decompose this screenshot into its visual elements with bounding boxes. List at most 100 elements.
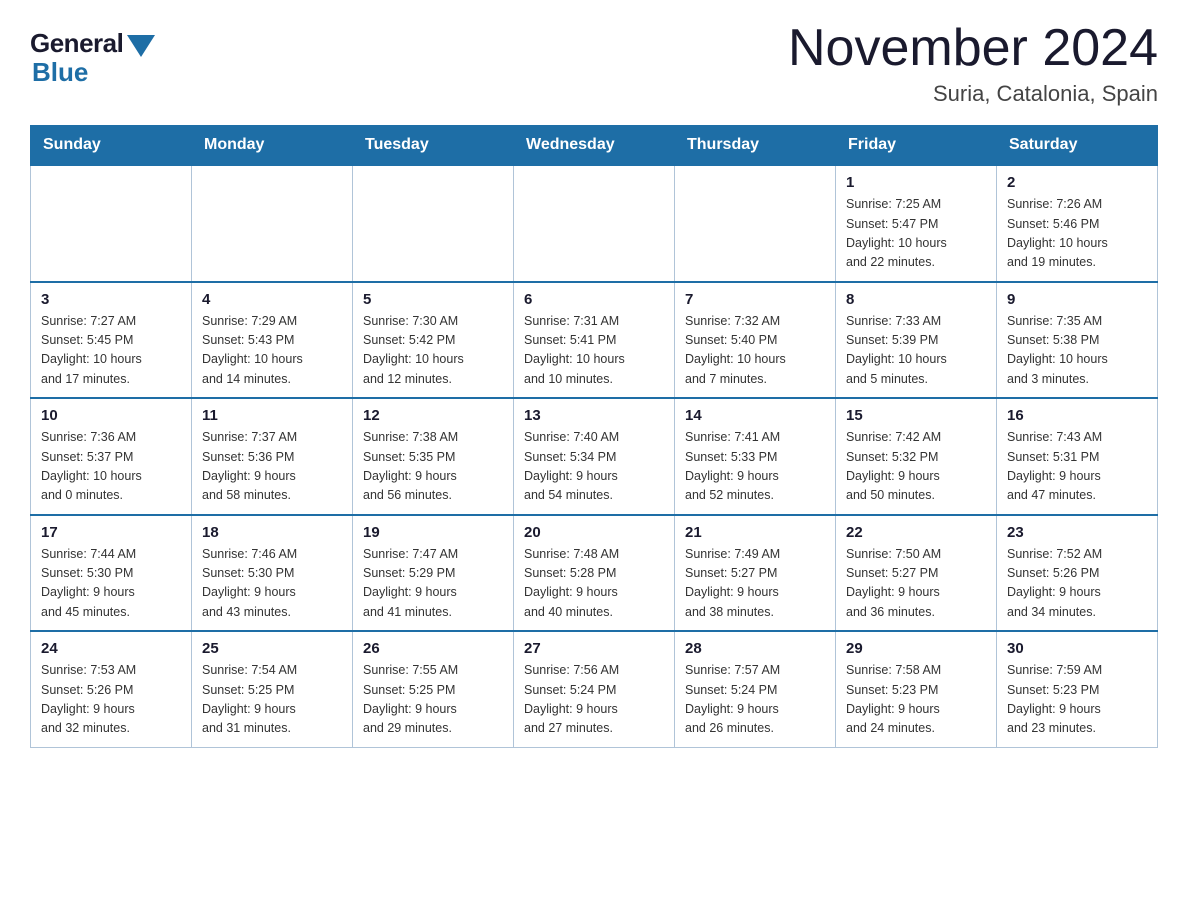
day-number: 3 <box>41 291 181 308</box>
day-number: 21 <box>685 524 825 541</box>
calendar-day-cell <box>31 165 192 282</box>
calendar-week-row: 10 Sunrise: 7:36 AM Sunset: 5:37 PM Dayli… <box>31 398 1158 515</box>
day-number: 30 <box>1007 640 1147 657</box>
day-number: 24 <box>41 640 181 657</box>
calendar-day-cell: 18 Sunrise: 7:46 AM Sunset: 5:30 PM Dayli… <box>192 515 353 632</box>
day-number: 28 <box>685 640 825 657</box>
day-number: 18 <box>202 524 342 541</box>
logo: General Blue <box>30 28 155 88</box>
day-sun-info: Sunrise: 7:31 AM Sunset: 5:41 PM Dayligh… <box>524 312 664 390</box>
calendar-day-cell: 17Sunrise: 7:44 AM Sunset: 5:30 PM Dayli… <box>31 515 192 632</box>
calendar-day-cell: 24 Sunrise: 7:53 AM Sunset: 5:26 PM Dayli… <box>31 631 192 747</box>
day-sun-info: Sunrise: 7:26 AM Sunset: 5:46 PM Dayligh… <box>1007 195 1147 273</box>
calendar-day-cell: 11 Sunrise: 7:37 AM Sunset: 5:36 PM Dayli… <box>192 398 353 515</box>
day-sun-info: Sunrise: 7:43 AM Sunset: 5:31 PM Dayligh… <box>1007 428 1147 506</box>
day-sun-info: Sunrise: 7:57 AM Sunset: 5:24 PM Dayligh… <box>685 661 825 739</box>
day-number: 6 <box>524 291 664 308</box>
header: General Blue November 2024 Suria, Catalo… <box>30 20 1158 107</box>
logo-general-text: General <box>30 28 123 59</box>
day-sun-info: Sunrise: 7:42 AM Sunset: 5:32 PM Dayligh… <box>846 428 986 506</box>
calendar-table: SundayMondayTuesdayWednesdayThursdayFrid… <box>30 125 1158 748</box>
day-sun-info: Sunrise: 7:35 AM Sunset: 5:38 PM Dayligh… <box>1007 312 1147 390</box>
day-sun-info: Sunrise: 7:27 AM Sunset: 5:45 PM Dayligh… <box>41 312 181 390</box>
location-subtitle: Suria, Catalonia, Spain <box>788 81 1158 107</box>
logo-triangle-icon <box>127 35 155 57</box>
day-of-week-header: Monday <box>192 126 353 166</box>
day-sun-info: Sunrise: 7:33 AM Sunset: 5:39 PM Dayligh… <box>846 312 986 390</box>
day-sun-info: Sunrise: 7:47 AM Sunset: 5:29 PM Dayligh… <box>363 545 503 623</box>
calendar-day-cell: 20 Sunrise: 7:48 AM Sunset: 5:28 PM Dayli… <box>514 515 675 632</box>
day-sun-info: Sunrise: 7:58 AM Sunset: 5:23 PM Dayligh… <box>846 661 986 739</box>
day-number: 13 <box>524 407 664 424</box>
day-sun-info: Sunrise: 7:53 AM Sunset: 5:26 PM Dayligh… <box>41 661 181 739</box>
calendar-week-row: 24 Sunrise: 7:53 AM Sunset: 5:26 PM Dayli… <box>31 631 1158 747</box>
day-number: 9 <box>1007 291 1147 308</box>
day-number: 27 <box>524 640 664 657</box>
calendar-day-cell: 21Sunrise: 7:49 AM Sunset: 5:27 PM Dayli… <box>675 515 836 632</box>
day-number: 22 <box>846 524 986 541</box>
day-number: 16 <box>1007 407 1147 424</box>
calendar-day-cell: 12Sunrise: 7:38 AM Sunset: 5:35 PM Dayli… <box>353 398 514 515</box>
day-number: 15 <box>846 407 986 424</box>
day-number: 26 <box>363 640 503 657</box>
day-sun-info: Sunrise: 7:55 AM Sunset: 5:25 PM Dayligh… <box>363 661 503 739</box>
calendar-day-cell: 7Sunrise: 7:32 AM Sunset: 5:40 PM Daylig… <box>675 282 836 399</box>
day-number: 2 <box>1007 174 1147 191</box>
day-number: 14 <box>685 407 825 424</box>
calendar-day-cell: 15 Sunrise: 7:42 AM Sunset: 5:32 PM Dayli… <box>836 398 997 515</box>
calendar-day-cell: 25Sunrise: 7:54 AM Sunset: 5:25 PM Dayli… <box>192 631 353 747</box>
day-of-week-header: Saturday <box>997 126 1158 166</box>
day-sun-info: Sunrise: 7:32 AM Sunset: 5:40 PM Dayligh… <box>685 312 825 390</box>
calendar-day-cell: 5 Sunrise: 7:30 AM Sunset: 5:42 PM Daylig… <box>353 282 514 399</box>
day-sun-info: Sunrise: 7:37 AM Sunset: 5:36 PM Dayligh… <box>202 428 342 506</box>
calendar-day-cell: 2 Sunrise: 7:26 AM Sunset: 5:46 PM Daylig… <box>997 165 1158 282</box>
calendar-week-row: 1 Sunrise: 7:25 AM Sunset: 5:47 PM Daylig… <box>31 165 1158 282</box>
calendar-day-cell: 22Sunrise: 7:50 AM Sunset: 5:27 PM Dayli… <box>836 515 997 632</box>
day-sun-info: Sunrise: 7:46 AM Sunset: 5:30 PM Dayligh… <box>202 545 342 623</box>
calendar-day-cell: 27 Sunrise: 7:56 AM Sunset: 5:24 PM Dayli… <box>514 631 675 747</box>
day-sun-info: Sunrise: 7:38 AM Sunset: 5:35 PM Dayligh… <box>363 428 503 506</box>
day-number: 23 <box>1007 524 1147 541</box>
day-sun-info: Sunrise: 7:52 AM Sunset: 5:26 PM Dayligh… <box>1007 545 1147 623</box>
day-of-week-header: Tuesday <box>353 126 514 166</box>
calendar-day-cell: 8 Sunrise: 7:33 AM Sunset: 5:39 PM Daylig… <box>836 282 997 399</box>
calendar-day-cell: 19 Sunrise: 7:47 AM Sunset: 5:29 PM Dayli… <box>353 515 514 632</box>
calendar-day-cell: 1 Sunrise: 7:25 AM Sunset: 5:47 PM Daylig… <box>836 165 997 282</box>
day-sun-info: Sunrise: 7:25 AM Sunset: 5:47 PM Dayligh… <box>846 195 986 273</box>
calendar-day-cell <box>514 165 675 282</box>
calendar-day-cell <box>675 165 836 282</box>
day-number: 11 <box>202 407 342 424</box>
day-number: 8 <box>846 291 986 308</box>
calendar-day-cell: 29 Sunrise: 7:58 AM Sunset: 5:23 PM Dayli… <box>836 631 997 747</box>
day-of-week-header: Thursday <box>675 126 836 166</box>
calendar-day-cell: 6 Sunrise: 7:31 AM Sunset: 5:41 PM Daylig… <box>514 282 675 399</box>
day-number: 5 <box>363 291 503 308</box>
day-sun-info: Sunrise: 7:36 AM Sunset: 5:37 PM Dayligh… <box>41 428 181 506</box>
day-of-week-header: Sunday <box>31 126 192 166</box>
day-sun-info: Sunrise: 7:59 AM Sunset: 5:23 PM Dayligh… <box>1007 661 1147 739</box>
calendar-day-cell: 23 Sunrise: 7:52 AM Sunset: 5:26 PM Dayli… <box>997 515 1158 632</box>
calendar-day-cell: 13 Sunrise: 7:40 AM Sunset: 5:34 PM Dayli… <box>514 398 675 515</box>
calendar-day-cell: 9 Sunrise: 7:35 AM Sunset: 5:38 PM Daylig… <box>997 282 1158 399</box>
calendar-day-cell: 16 Sunrise: 7:43 AM Sunset: 5:31 PM Dayli… <box>997 398 1158 515</box>
day-sun-info: Sunrise: 7:56 AM Sunset: 5:24 PM Dayligh… <box>524 661 664 739</box>
day-sun-info: Sunrise: 7:48 AM Sunset: 5:28 PM Dayligh… <box>524 545 664 623</box>
calendar-week-row: 17Sunrise: 7:44 AM Sunset: 5:30 PM Dayli… <box>31 515 1158 632</box>
day-number: 10 <box>41 407 181 424</box>
calendar-week-row: 3 Sunrise: 7:27 AM Sunset: 5:45 PM Daylig… <box>31 282 1158 399</box>
day-sun-info: Sunrise: 7:41 AM Sunset: 5:33 PM Dayligh… <box>685 428 825 506</box>
calendar-day-cell: 26 Sunrise: 7:55 AM Sunset: 5:25 PM Dayli… <box>353 631 514 747</box>
day-sun-info: Sunrise: 7:30 AM Sunset: 5:42 PM Dayligh… <box>363 312 503 390</box>
day-number: 1 <box>846 174 986 191</box>
calendar-day-cell: 30 Sunrise: 7:59 AM Sunset: 5:23 PM Dayli… <box>997 631 1158 747</box>
day-sun-info: Sunrise: 7:40 AM Sunset: 5:34 PM Dayligh… <box>524 428 664 506</box>
calendar-header-row: SundayMondayTuesdayWednesdayThursdayFrid… <box>31 126 1158 166</box>
day-sun-info: Sunrise: 7:54 AM Sunset: 5:25 PM Dayligh… <box>202 661 342 739</box>
day-of-week-header: Friday <box>836 126 997 166</box>
calendar-day-cell <box>192 165 353 282</box>
day-number: 20 <box>524 524 664 541</box>
day-number: 29 <box>846 640 986 657</box>
calendar-day-cell: 14 Sunrise: 7:41 AM Sunset: 5:33 PM Dayli… <box>675 398 836 515</box>
day-number: 19 <box>363 524 503 541</box>
day-of-week-header: Wednesday <box>514 126 675 166</box>
